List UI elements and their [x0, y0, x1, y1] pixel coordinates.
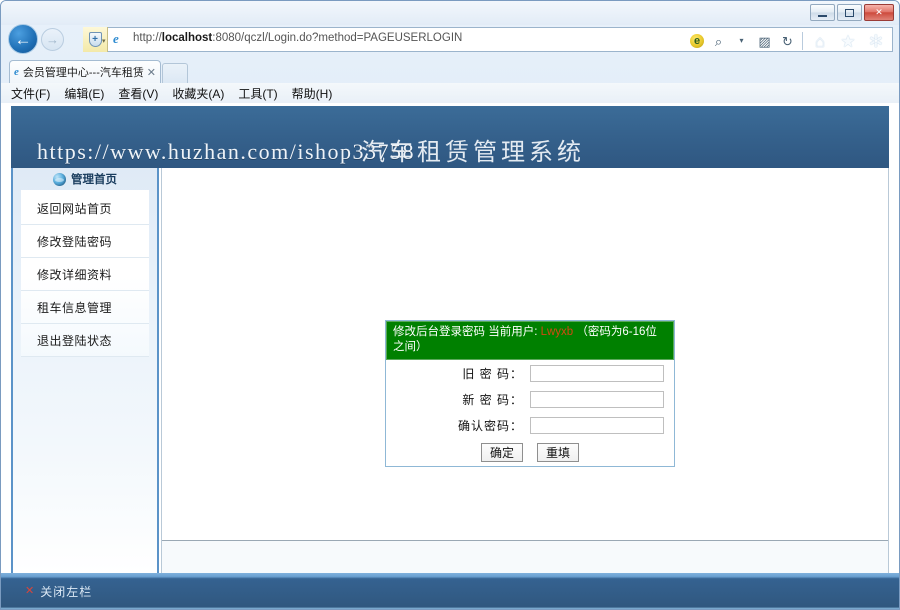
- url-rest: :8080/qczl/Login.do?method=PAGEUSERLOGIN: [212, 32, 463, 44]
- forward-arrow-icon: →: [46, 32, 59, 47]
- form-button-row: 确定 重填: [386, 438, 674, 466]
- close-icon: ✕: [25, 584, 35, 597]
- browser-window: ✕ ← → + ▾ e http://localhost:8080/qczl/L…: [0, 0, 900, 610]
- tools-gear-icon[interactable]: ✲: [865, 30, 887, 52]
- old-password-label: 旧 密 码：: [462, 366, 523, 381]
- tab-close-icon[interactable]: ✕: [147, 66, 156, 79]
- forward-button[interactable]: →: [41, 28, 64, 51]
- menu-item-tools[interactable]: 工具(T): [238, 85, 277, 102]
- home-icon[interactable]: ⌂: [809, 30, 831, 52]
- close-left-panel-label: 关闭左栏: [40, 584, 93, 599]
- change-password-card: 修改后台登录密码 当前用户: Lwyxb （密码为6-16位之间） 旧 密 码：…: [385, 320, 675, 467]
- back-arrow-icon: ←: [14, 29, 32, 49]
- compatibility-view-icon[interactable]: e: [690, 34, 704, 48]
- close-button[interactable]: ✕: [864, 4, 894, 21]
- content-pane: 修改后台登录密码 当前用户: Lwyxb （密码为6-16位之间） 旧 密 码：…: [161, 168, 889, 573]
- menu-item-file[interactable]: 文件(F): [11, 85, 50, 102]
- sidebar-header: 管理首页: [13, 168, 157, 188]
- form-row-old-password: 旧 密 码：: [386, 360, 674, 386]
- menu-item-edit[interactable]: 编辑(E): [64, 85, 104, 102]
- maximize-button[interactable]: [837, 4, 862, 21]
- form-row-confirm-password: 确认密码：: [386, 412, 674, 438]
- confirm-password-label: 确认密码：: [457, 418, 523, 433]
- reset-button[interactable]: 重填: [537, 442, 580, 462]
- minimize-button[interactable]: [810, 4, 835, 21]
- toolbar-divider: [802, 32, 803, 50]
- url-prefix: http://: [133, 32, 162, 44]
- submit-button[interactable]: 确定: [480, 442, 523, 462]
- menu-item-help[interactable]: 帮助(H): [292, 85, 333, 102]
- broken-image-icon[interactable]: ▨: [756, 33, 773, 50]
- address-favicon-icon: e: [113, 31, 119, 46]
- sidebar-item-logout[interactable]: 退出登陆状态: [21, 324, 149, 357]
- title-bar: ✕: [1, 1, 899, 25]
- confirm-password-input[interactable]: [530, 416, 664, 434]
- watermark-text: https://www.huzhan.com/ishop33758: [37, 139, 416, 164]
- browser-tab[interactable]: e 会员管理中心---汽车租赁... ✕: [9, 60, 161, 83]
- tab-strip: e 会员管理中心---汽车租赁... ✕: [1, 59, 899, 83]
- tab-favicon-icon: e: [14, 66, 19, 78]
- new-password-input[interactable]: [530, 390, 664, 408]
- sidebar-item-change-password[interactable]: 修改登陆密码: [21, 225, 149, 258]
- page-viewport: 汽车租赁管理系统 https://www.huzhan.com/ishop337…: [1, 103, 899, 573]
- sidebar-item-edit-profile[interactable]: 修改详细资料: [21, 258, 149, 291]
- new-password-label: 新 密 码：: [462, 392, 523, 407]
- address-bar-icons: e ⌕ ▾ ▨ ↻ ⌂ ★ ✲: [690, 30, 887, 52]
- sidebar-item-rental-info[interactable]: 租车信息管理: [21, 291, 149, 324]
- shield-icon: +: [88, 32, 102, 47]
- card-header: 修改后台登录密码 当前用户: Lwyxb （密码为6-16位之间）: [386, 321, 674, 360]
- sidebar-header-label: 管理首页: [71, 174, 117, 186]
- menu-item-favorites[interactable]: 收藏夹(A): [172, 85, 224, 102]
- globe-icon: [53, 172, 66, 186]
- favorites-star-icon[interactable]: ★: [837, 30, 859, 52]
- old-password-input[interactable]: [530, 364, 664, 382]
- new-tab-button[interactable]: [162, 63, 188, 83]
- sidebar-menu: 返回网站首页 修改登陆密码 修改详细资料 租车信息管理 退出登陆状态: [21, 190, 149, 357]
- menu-item-view[interactable]: 查看(V): [118, 85, 158, 102]
- bottom-status-strip: ✕ 关闭左栏: [1, 573, 899, 609]
- url-text: http://localhost:8080/qczl/Login.do?meth…: [133, 32, 462, 44]
- sidebar-item-home[interactable]: 返回网站首页: [21, 192, 149, 225]
- site-banner: 汽车租赁管理系统 https://www.huzhan.com/ishop337…: [11, 106, 889, 168]
- form-row-new-password: 新 密 码：: [386, 386, 674, 412]
- search-icon[interactable]: ⌕: [710, 33, 727, 50]
- content-footer: [162, 540, 888, 573]
- refresh-icon[interactable]: ↻: [779, 33, 796, 50]
- card-header-title: 修改后台登录密码 当前用户:: [393, 326, 538, 338]
- back-button[interactable]: ←: [8, 24, 38, 54]
- menu-bar: 文件(F) 编辑(E) 查看(V) 收藏夹(A) 工具(T) 帮助(H): [1, 83, 899, 103]
- navigation-bar: ← → + ▾ e http://localhost:8080/qczl/Log…: [1, 24, 899, 59]
- current-user-name: Lwyxb: [540, 326, 574, 338]
- sidebar: 管理首页 返回网站首页 修改登陆密码 修改详细资料 租车信息管理 退出登陆状态: [11, 168, 159, 573]
- tab-title: 会员管理中心---汽车租赁...: [22, 67, 144, 79]
- window-controls: ✕: [810, 4, 894, 21]
- shield-dropdown-icon[interactable]: ▾: [102, 37, 106, 45]
- url-host: localhost: [161, 32, 213, 44]
- search-dropdown-icon[interactable]: ▾: [733, 33, 750, 50]
- close-left-panel-bar[interactable]: ✕ 关闭左栏: [9, 579, 891, 603]
